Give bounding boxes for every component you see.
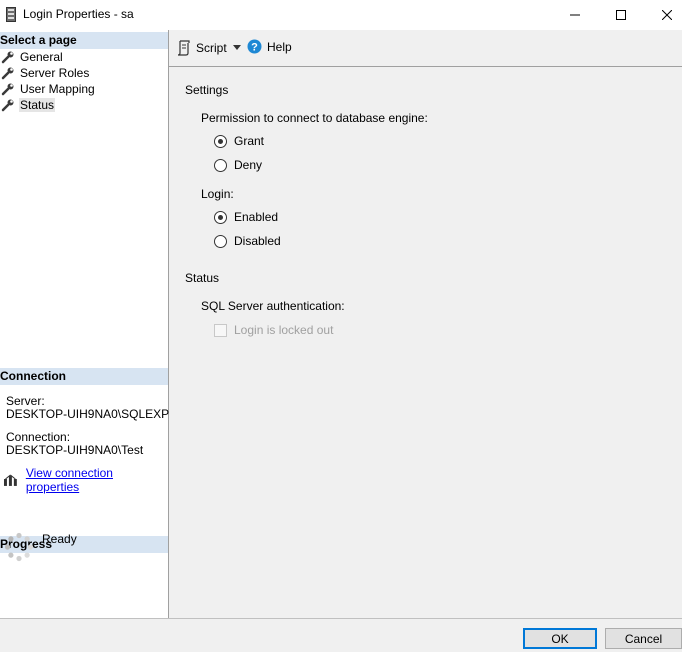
maximize-icon bbox=[616, 10, 626, 20]
script-icon bbox=[177, 40, 190, 56]
enabled-radio[interactable] bbox=[214, 210, 227, 224]
locked-out-option: Login is locked out bbox=[214, 323, 333, 337]
deny-radio-option[interactable]: Deny bbox=[214, 158, 262, 172]
help-icon: ? bbox=[247, 39, 262, 54]
toolbar: Script ? Help bbox=[169, 30, 682, 67]
deny-label: Deny bbox=[234, 158, 263, 172]
deny-radio[interactable] bbox=[214, 158, 227, 172]
enabled-label: Enabled bbox=[234, 210, 279, 224]
disabled-radio[interactable] bbox=[214, 234, 227, 248]
page-item-label: General bbox=[20, 50, 63, 64]
minimize-button[interactable] bbox=[552, 0, 598, 30]
progress-status: Ready bbox=[42, 532, 77, 546]
view-connection-properties-link[interactable]: View connection properties bbox=[26, 466, 168, 494]
page-item-label: User Mapping bbox=[20, 82, 95, 96]
window-title: Login Properties - sa bbox=[23, 7, 134, 21]
grant-label: Grant bbox=[234, 134, 265, 148]
sql-auth-label: SQL Server authentication: bbox=[201, 299, 345, 313]
close-button[interactable] bbox=[644, 0, 682, 30]
help-label: Help bbox=[267, 39, 292, 54]
locked-out-label: Login is locked out bbox=[234, 323, 334, 337]
page-item-label: Server Roles bbox=[20, 66, 90, 80]
left-pane: Select a page General Server Roles User … bbox=[0, 30, 186, 618]
close-icon bbox=[662, 10, 672, 20]
chevron-down-icon bbox=[233, 45, 241, 50]
permission-label: Permission to connect to database engine… bbox=[201, 111, 428, 125]
status-heading: Status bbox=[185, 271, 220, 285]
maximize-button[interactable] bbox=[598, 0, 644, 30]
wrench-icon bbox=[1, 51, 14, 64]
minimize-icon bbox=[570, 14, 580, 16]
connection-value: DESKTOP-UIH9NA0\Test bbox=[6, 443, 144, 457]
wrench-icon bbox=[1, 67, 14, 80]
page-item-server-roles[interactable]: Server Roles bbox=[0, 65, 168, 81]
app-icon bbox=[6, 7, 16, 22]
settings-heading: Settings bbox=[185, 83, 229, 97]
page-item-general[interactable]: General bbox=[0, 49, 168, 65]
help-button[interactable]: ? Help bbox=[247, 39, 292, 54]
ok-button[interactable]: OK bbox=[523, 628, 597, 649]
disabled-label: Disabled bbox=[234, 234, 281, 248]
page-item-user-mapping[interactable]: User Mapping bbox=[0, 81, 168, 97]
script-label: Script bbox=[196, 41, 227, 55]
svg-text:?: ? bbox=[251, 42, 258, 54]
page-item-status[interactable]: Status bbox=[0, 97, 168, 113]
wrench-icon bbox=[1, 99, 14, 112]
grant-radio[interactable] bbox=[214, 134, 227, 148]
connection-header: Connection bbox=[0, 368, 168, 385]
script-button[interactable]: Script bbox=[177, 40, 227, 56]
view-connection-properties: View connection properties bbox=[3, 466, 168, 494]
login-label: Login: bbox=[201, 187, 234, 201]
page-item-label: Status bbox=[19, 98, 56, 112]
select-page-header: Select a page bbox=[0, 32, 168, 49]
locked-out-checkbox bbox=[214, 323, 227, 337]
wrench-icon bbox=[1, 83, 14, 96]
server-value: DESKTOP-UIH9NA0\SQLEXPRE bbox=[6, 407, 186, 421]
connection-properties-icon bbox=[3, 474, 17, 486]
script-dropdown-button[interactable] bbox=[233, 45, 241, 50]
cancel-button[interactable]: Cancel bbox=[605, 628, 682, 649]
enabled-radio-option[interactable]: Enabled bbox=[214, 210, 278, 224]
grant-radio-option[interactable]: Grant bbox=[214, 134, 264, 148]
disabled-radio-option[interactable]: Disabled bbox=[214, 234, 281, 248]
progress-spinner-icon bbox=[4, 532, 34, 562]
